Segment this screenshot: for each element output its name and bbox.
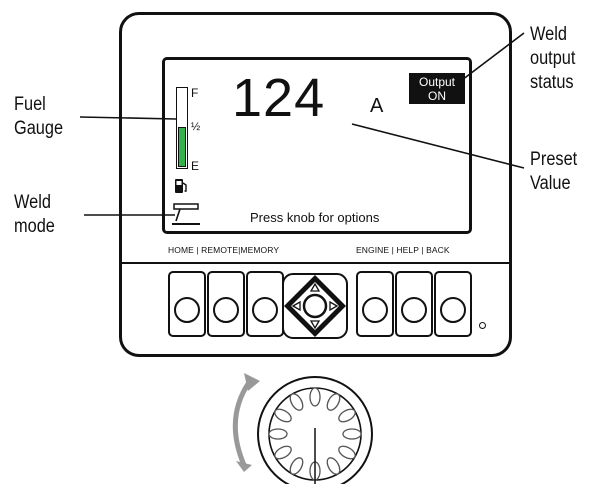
knob-grip [342, 428, 362, 440]
weld-output-leader [461, 32, 525, 81]
knob-grip [309, 387, 321, 407]
preset-value-leader [351, 123, 525, 169]
control-knob-icon[interactable] [253, 372, 377, 485]
knob-grip [268, 428, 288, 440]
fuel-gauge-leader [79, 116, 177, 120]
